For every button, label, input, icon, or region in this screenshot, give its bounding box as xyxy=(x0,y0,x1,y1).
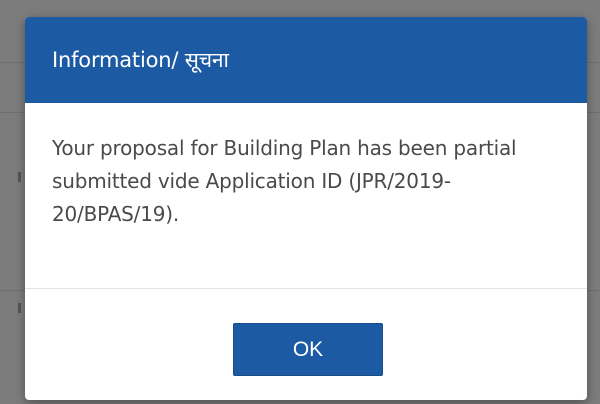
background-mark xyxy=(18,172,21,182)
dialog-title: Information/ सूचना xyxy=(52,48,229,72)
background-mark xyxy=(18,303,21,313)
ok-button[interactable]: OK xyxy=(233,323,383,376)
dialog-footer: OK xyxy=(25,289,587,399)
dialog-body: Your proposal for Building Plan has been… xyxy=(25,103,587,289)
dialog-message: Your proposal for Building Plan has been… xyxy=(52,136,517,226)
dialog-header: Information/ सूचना xyxy=(25,17,587,103)
information-dialog: Information/ सूचना Your proposal for Bui… xyxy=(25,17,587,400)
